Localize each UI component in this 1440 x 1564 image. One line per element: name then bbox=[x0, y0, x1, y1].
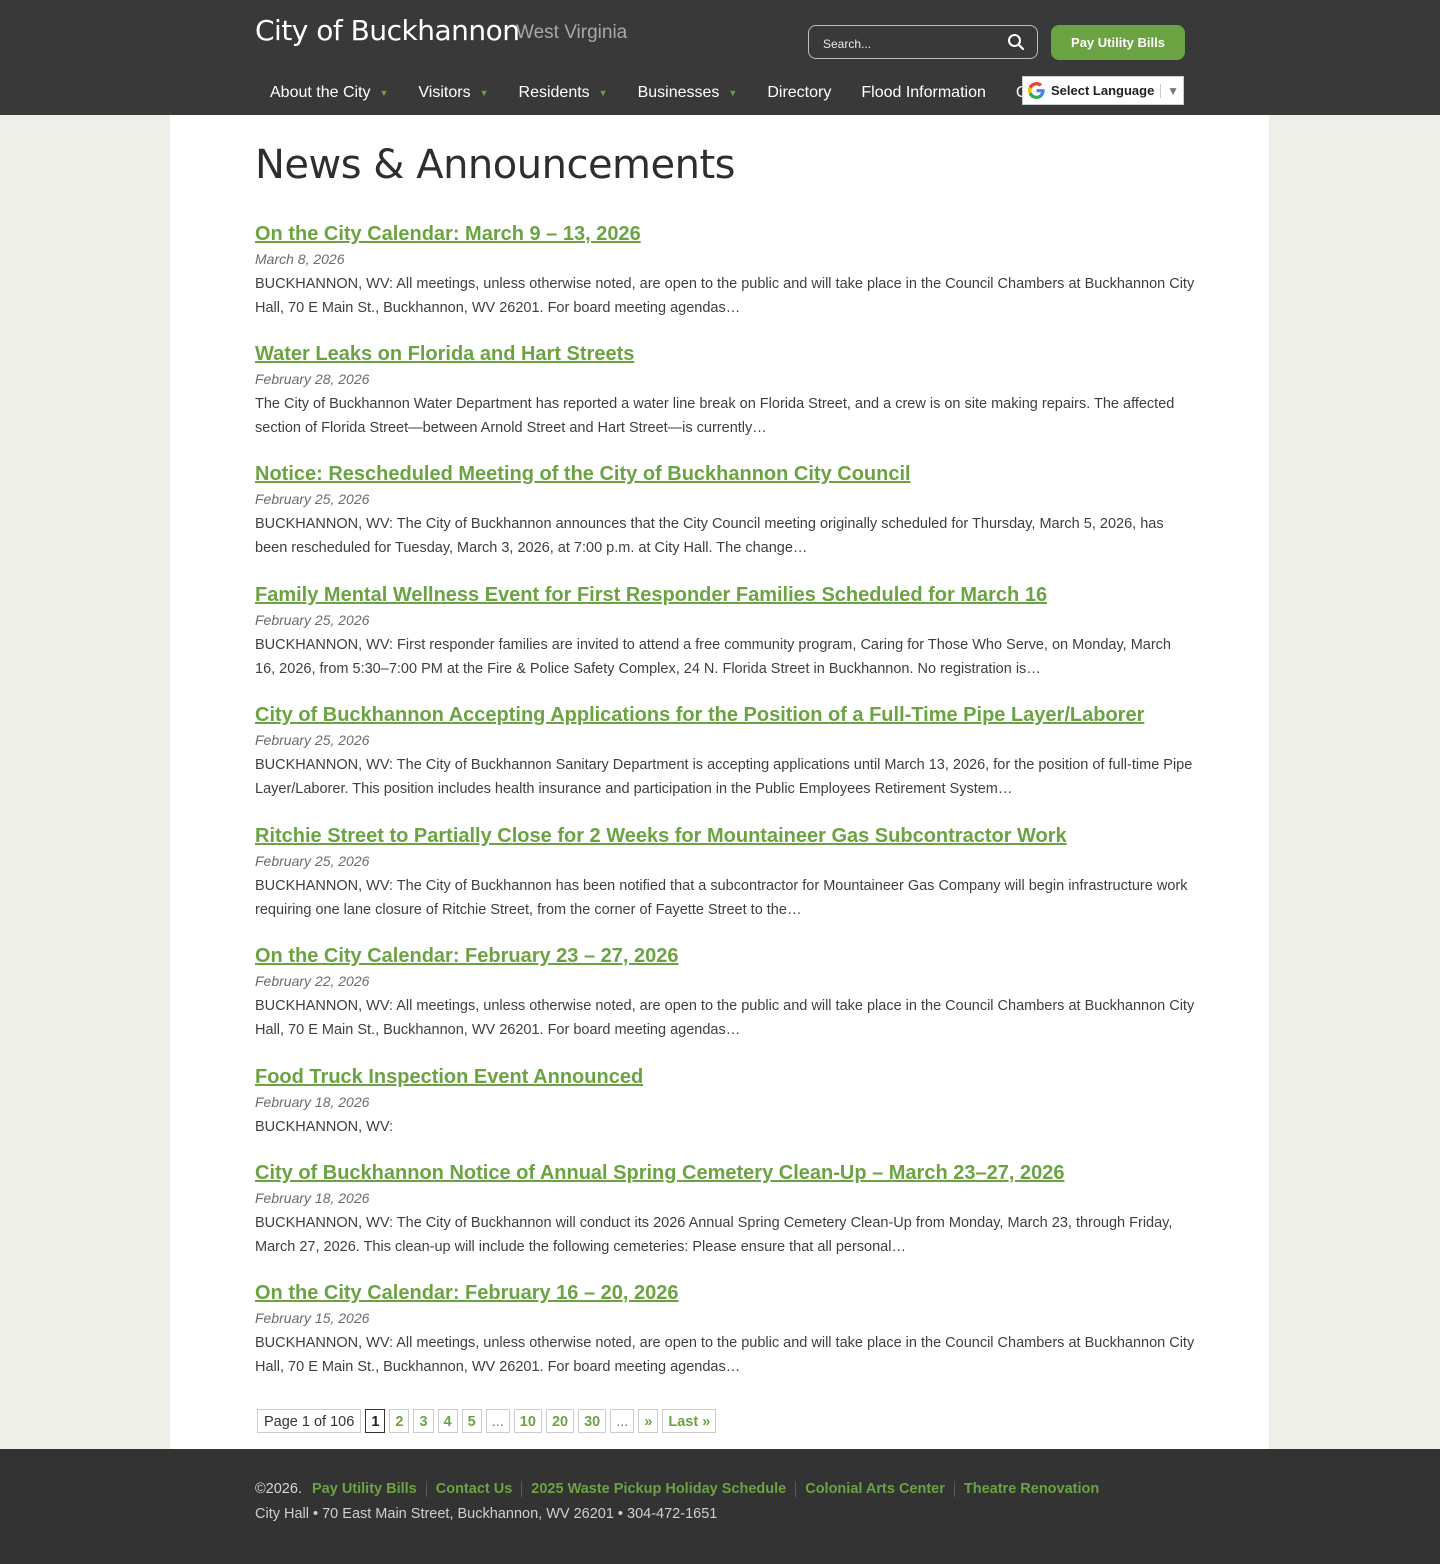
copyright: ©2026. bbox=[255, 1481, 302, 1497]
post-title-link[interactable]: On the City Calendar: March 9 – 13, 2026 bbox=[255, 219, 1195, 249]
pagination-link[interactable]: 30 bbox=[578, 1409, 607, 1433]
post-list: On the City Calendar: March 9 – 13, 2026… bbox=[255, 219, 1195, 1398]
post-item: Notice: Rescheduled Meeting of the City … bbox=[255, 459, 1195, 580]
page-title: News & Announcements bbox=[255, 142, 736, 188]
post-item: Ritchie Street to Partially Close for 2 … bbox=[255, 821, 1195, 941]
pagination-link[interactable]: 20 bbox=[545, 1409, 575, 1433]
post-title-link[interactable]: Family Mental Wellness Event for First R… bbox=[255, 580, 1195, 610]
nav-item-about-the-city[interactable]: About the City ▼ bbox=[255, 84, 403, 102]
pagination-ellipsis: ... bbox=[485, 1409, 510, 1433]
nav-item-visitors[interactable]: Visitors ▼ bbox=[403, 84, 503, 102]
nav-item-label: Visitors bbox=[418, 84, 471, 101]
footer-link-colonial-arts-center[interactable]: Colonial Arts Center bbox=[795, 1481, 954, 1497]
post-item: Family Mental Wellness Event for First R… bbox=[255, 580, 1195, 700]
search-box bbox=[808, 25, 1038, 59]
nav-item-label: Directory bbox=[767, 84, 832, 101]
pagination-link[interactable]: Last » bbox=[662, 1409, 717, 1433]
post-excerpt: BUCKHANNON, WV: All meetings, unless oth… bbox=[255, 998, 1195, 1038]
post-date: February 28, 2026 bbox=[255, 371, 370, 387]
post-excerpt: BUCKHANNON, WV: First responder families… bbox=[255, 637, 1171, 677]
post-excerpt: BUCKHANNON, WV: The City of Buckhannon a… bbox=[255, 516, 1164, 556]
post-date: February 25, 2026 bbox=[255, 612, 370, 628]
pagination-link[interactable]: 3 bbox=[413, 1409, 434, 1433]
site-subtitle: West Virginia bbox=[516, 22, 628, 43]
post-item: City of Buckhannon Accepting Application… bbox=[255, 700, 1195, 821]
chevron-down-icon: ▼ bbox=[598, 88, 608, 98]
footer-link-contact-us[interactable]: Contact Us bbox=[425, 1481, 522, 1497]
site-header: City of Buckhannon West Virginia Pay Uti… bbox=[0, 0, 1440, 115]
post-excerpt: BUCKHANNON, WV: The City of Buckhannon w… bbox=[255, 1215, 1173, 1255]
site-footer: ©2026. Pay Utility Bills Contact Us 2025 W… bbox=[0, 1449, 1440, 1564]
nav-item-businesses[interactable]: Businesses ▼ bbox=[623, 84, 753, 102]
main-nav: About the City ▼ Visitors ▼ Residents ▼ Busine… bbox=[255, 78, 1110, 108]
post-date: March 8, 2026 bbox=[255, 251, 345, 267]
pagination-link[interactable]: 10 bbox=[513, 1409, 542, 1433]
footer-address: City Hall • 70 East Main Street, Buckhan… bbox=[255, 1506, 718, 1522]
post-date: February 25, 2026 bbox=[255, 853, 370, 869]
google-icon bbox=[1028, 82, 1045, 99]
nav-item-directory[interactable]: Directory bbox=[752, 84, 846, 102]
pagination: Page 1 of 106 1 2 3 4 5... 10 20 30...» Last » bbox=[257, 1409, 717, 1433]
post-date: February 22, 2026 bbox=[255, 973, 370, 989]
pagination-link[interactable]: 2 bbox=[389, 1409, 410, 1433]
pagination-ellipsis: ... bbox=[610, 1409, 635, 1433]
post-title-link[interactable]: On the City Calendar: February 16 – 20, … bbox=[255, 1278, 1195, 1308]
post-excerpt: The City of Buckhannon Water Department … bbox=[255, 396, 1175, 436]
site-title[interactable]: City of Buckhannon bbox=[255, 14, 520, 47]
footer-link-pay-utility-bills[interactable]: Pay Utility Bills bbox=[312, 1481, 426, 1497]
post-item: Food Truck Inspection Event Announced Feb… bbox=[255, 1062, 1195, 1158]
main-content: News & Announcements On the City Calenda… bbox=[170, 115, 1269, 1449]
post-item: City of Buckhannon Notice of Annual Spri… bbox=[255, 1158, 1195, 1278]
post-title-link[interactable]: City of Buckhannon Notice of Annual Spri… bbox=[255, 1158, 1195, 1188]
chevron-down-icon: ▼ bbox=[728, 88, 738, 98]
post-date: February 25, 2026 bbox=[255, 491, 370, 507]
pagination-link[interactable]: » bbox=[638, 1409, 659, 1433]
search-icon[interactable] bbox=[1007, 33, 1025, 51]
footer-link-theatre-renovation[interactable]: Theatre Renovation bbox=[953, 1481, 1108, 1497]
post-item: On the City Calendar: February 23 – 27, … bbox=[255, 941, 1195, 1062]
nav-item-label: About the City bbox=[270, 84, 371, 101]
post-excerpt: BUCKHANNON, WV: All meetings, unless oth… bbox=[255, 276, 1195, 316]
language-label: Select Language bbox=[1051, 83, 1155, 98]
language-selector[interactable]: Select Language ▼ bbox=[1022, 76, 1184, 105]
post-excerpt: BUCKHANNON, WV: The City of Buckhannon S… bbox=[255, 757, 1193, 797]
post-item: On the City Calendar: February 16 – 20, … bbox=[255, 1278, 1195, 1398]
post-title-link[interactable]: Food Truck Inspection Event Announced bbox=[255, 1062, 1195, 1092]
post-excerpt: BUCKHANNON, WV: The City of Buckhannon h… bbox=[255, 878, 1188, 918]
post-title-link[interactable]: Ritchie Street to Partially Close for 2 … bbox=[255, 821, 1195, 851]
pagination-current-page: 1 bbox=[365, 1409, 386, 1433]
search-input[interactable] bbox=[821, 33, 1005, 55]
chevron-down-icon: ▼ bbox=[1160, 83, 1183, 98]
post-date: February 25, 2026 bbox=[255, 732, 370, 748]
nav-item-label: Businesses bbox=[637, 84, 720, 101]
post-excerpt: BUCKHANNON, WV: bbox=[255, 1119, 394, 1135]
post-title-link[interactable]: Water Leaks on Florida and Hart Streets bbox=[255, 339, 1195, 369]
nav-item-label: Flood Information bbox=[861, 84, 986, 101]
nav-item-residents[interactable]: Residents ▼ bbox=[504, 84, 623, 102]
pagination-link[interactable]: 4 bbox=[437, 1409, 458, 1433]
post-excerpt: BUCKHANNON, WV: All meetings, unless oth… bbox=[255, 1335, 1195, 1375]
post-date: February 18, 2026 bbox=[255, 1190, 370, 1206]
nav-item-label: Residents bbox=[518, 84, 590, 101]
post-date: February 15, 2026 bbox=[255, 1310, 370, 1326]
chevron-down-icon: ▼ bbox=[479, 88, 489, 98]
pagination-link[interactable]: 5 bbox=[461, 1409, 482, 1433]
post-title-link[interactable]: Notice: Rescheduled Meeting of the City … bbox=[255, 459, 1195, 489]
footer-link-2025-waste-pickup-holiday-schedule[interactable]: 2025 Waste Pickup Holiday Schedule bbox=[521, 1481, 795, 1497]
post-date: February 18, 2026 bbox=[255, 1094, 370, 1110]
post-title-link[interactable]: On the City Calendar: February 23 – 27, … bbox=[255, 941, 1195, 971]
pagination-info: Page 1 of 106 bbox=[257, 1409, 362, 1433]
post-item: On the City Calendar: March 9 – 13, 2026… bbox=[255, 219, 1195, 339]
post-item: Water Leaks on Florida and Hart Streets F… bbox=[255, 339, 1195, 459]
nav-item-flood-information[interactable]: Flood Information bbox=[846, 84, 1001, 102]
pay-utility-bills-button[interactable]: Pay Utility Bills bbox=[1051, 25, 1185, 60]
chevron-down-icon: ▼ bbox=[379, 88, 389, 98]
post-title-link[interactable]: City of Buckhannon Accepting Application… bbox=[255, 700, 1195, 730]
footer-links: ©2026. Pay Utility Bills Contact Us 2025 W… bbox=[255, 1481, 1108, 1497]
